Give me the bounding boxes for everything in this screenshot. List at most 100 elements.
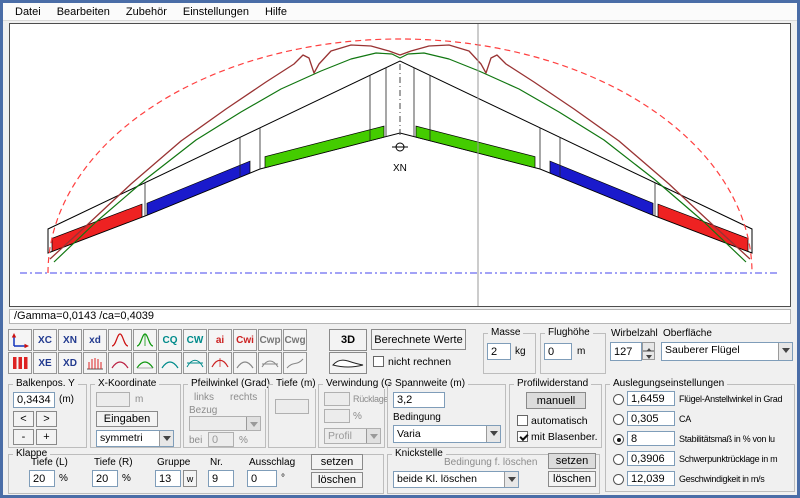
oberflaeche-select[interactable]: Sauberer Flügel — [661, 342, 793, 361]
gray-curve3-icon[interactable] — [283, 352, 307, 374]
tiefe-l-input[interactable]: 20 — [29, 470, 55, 487]
cwp-button[interactable]: Cwp — [258, 329, 282, 351]
tiefe-r-input[interactable]: 20 — [92, 470, 118, 487]
menu-hilfe[interactable]: Hilfe — [257, 4, 295, 20]
menu-einstellungen[interactable]: Einstellungen — [175, 4, 257, 20]
nicht-rechnen-checkbox[interactable] — [373, 356, 384, 367]
knickstelle-select[interactable]: beide Kl. löschen — [393, 471, 519, 488]
crimson-curve-icon[interactable] — [208, 352, 232, 374]
flap-stripes-icon[interactable] — [8, 352, 32, 374]
chevron-down-icon[interactable] — [246, 417, 260, 430]
chevron-down-icon[interactable] — [504, 472, 518, 487]
geschwindigkeit-value[interactable]: 12,039 — [627, 471, 675, 486]
gruppe-w-button[interactable]: w — [183, 470, 197, 487]
berechnete-werte-button[interactable]: Berechnete Werte — [371, 329, 466, 350]
menu-zubehoer[interactable]: Zubehör — [118, 4, 175, 20]
profilwiderstand-label: Profilwiderstand — [514, 378, 591, 389]
nr-input[interactable]: 9 — [208, 470, 234, 487]
balkenpos-minus-button[interactable]: - — [13, 429, 34, 445]
wing-plot-canvas[interactable]: XN — [9, 23, 791, 307]
eingaben-button[interactable]: Eingaben — [96, 411, 158, 427]
green-curve-icon[interactable] — [133, 352, 157, 374]
radio-schwerpunkt[interactable] — [613, 454, 624, 465]
ca-green-dist-icon[interactable] — [133, 329, 157, 351]
radio-ca[interactable] — [613, 414, 624, 425]
stripes-glyph — [10, 355, 30, 371]
xkoordinate-input[interactable] — [96, 392, 130, 407]
cw-button[interactable]: CW — [183, 329, 207, 351]
wirbelzahl-down-button[interactable] — [642, 351, 655, 360]
ausschlag-input[interactable]: 0 — [247, 470, 277, 487]
cq-button[interactable]: CQ — [158, 329, 182, 351]
verwindung-input[interactable] — [324, 392, 350, 406]
ai-button[interactable]: ai — [208, 329, 232, 351]
klappe-loeschen-button[interactable]: löschen — [311, 472, 363, 488]
auslegung-group: Auslegungseinstellungen 1,6459 Flügel-An… — [605, 384, 795, 492]
bedingung-select[interactable]: Varia — [393, 425, 501, 443]
schwerpunkt-value[interactable]: 0,3906 — [627, 451, 675, 466]
bezug-select[interactable] — [189, 416, 261, 431]
app-window: Datei Bearbeiten Zubehör Einstellungen H… — [0, 0, 800, 498]
masse-input[interactable]: 2 — [487, 343, 511, 360]
xd-caps-button[interactable]: XD — [58, 352, 82, 374]
gamma-red-icon[interactable] — [108, 329, 132, 351]
chevron-down-icon[interactable] — [366, 429, 380, 443]
red-curve-icon[interactable] — [108, 352, 132, 374]
flughoehe-input[interactable]: 0 — [544, 343, 572, 360]
teal-curve2-icon[interactable] — [183, 352, 207, 374]
flughoehe-group: Flughöhe 0 m — [540, 333, 606, 374]
menu-datei[interactable]: Datei — [7, 4, 49, 20]
menu-bearbeiten[interactable]: Bearbeiten — [49, 4, 118, 20]
nicht-rechnen-label: nicht rechnen — [388, 356, 451, 368]
chevron-down-icon[interactable] — [159, 431, 173, 446]
xn-button[interactable]: XN — [58, 329, 82, 351]
gray-curve2-icon[interactable] — [258, 352, 282, 374]
balkenpos-next-button[interactable]: > — [36, 411, 57, 427]
knickstelle-loeschen-button[interactable]: löschen — [548, 471, 596, 487]
teal-curve-icon[interactable] — [158, 352, 182, 374]
gruppe-input[interactable]: 13 — [155, 470, 181, 487]
ca-value[interactable]: 0,305 — [627, 411, 675, 426]
axes-icon[interactable] — [8, 329, 32, 351]
bei-input[interactable]: 0 — [208, 432, 234, 447]
radio-stabilitaetsmass[interactable] — [613, 434, 624, 445]
wirbelzahl-up-button[interactable] — [642, 342, 655, 351]
ruecklage-input[interactable] — [324, 409, 350, 423]
klappe-setzen-button[interactable]: setzen — [311, 454, 363, 470]
knickstelle-setzen-button[interactable]: setzen — [548, 453, 596, 469]
xe-button[interactable]: XE — [33, 352, 57, 374]
radio-anstellwinkel[interactable] — [613, 394, 624, 405]
wirbelzahl-input[interactable]: 127 — [610, 342, 642, 361]
red-bars-dist-icon[interactable] — [83, 352, 107, 374]
spannweite-input[interactable]: 3,2 — [393, 392, 445, 408]
xd-button[interactable]: xd — [83, 329, 107, 351]
blasen-checkbox[interactable] — [517, 431, 528, 442]
chevron-down-icon[interactable] — [778, 343, 792, 360]
gray-curve-icon[interactable] — [233, 352, 257, 374]
airfoil-button[interactable] — [329, 352, 367, 374]
teal-curve2-glyph — [185, 355, 205, 371]
crimson-curve-glyph — [210, 355, 230, 371]
cwi-button[interactable]: Cwi — [233, 329, 257, 351]
axes-glyph — [10, 332, 30, 348]
airfoil-glyph — [331, 355, 365, 371]
cwg-button[interactable]: Cwg — [283, 329, 307, 351]
xc-button[interactable]: XC — [33, 329, 57, 351]
ausschlag-label: Ausschlag — [249, 457, 295, 468]
menu-bar: Datei Bearbeiten Zubehör Einstellungen H… — [3, 3, 797, 21]
balkenpos-prev-button[interactable]: < — [13, 411, 34, 427]
view-3d-button[interactable]: 3D — [329, 329, 367, 351]
chevron-down-icon[interactable] — [486, 426, 500, 442]
bezug-label: Bezug — [189, 405, 217, 416]
balkenpos-value[interactable]: 0,3434 — [13, 392, 55, 408]
manuell-button[interactable]: manuell — [526, 392, 586, 409]
radio-geschwindigkeit[interactable] — [613, 474, 624, 485]
tiefe-input[interactable] — [275, 399, 309, 414]
profil-select[interactable]: Profil — [324, 428, 381, 444]
balkenpos-plus-button[interactable]: + — [36, 429, 57, 445]
anstellwinkel-value[interactable]: 1,6459 — [627, 391, 675, 406]
symmetri-value: symmetri — [100, 432, 157, 444]
symmetri-select[interactable]: symmetri — [96, 430, 174, 447]
stabilitaetsmass-value[interactable]: 8 — [627, 431, 675, 446]
automatisch-checkbox[interactable] — [517, 415, 528, 426]
